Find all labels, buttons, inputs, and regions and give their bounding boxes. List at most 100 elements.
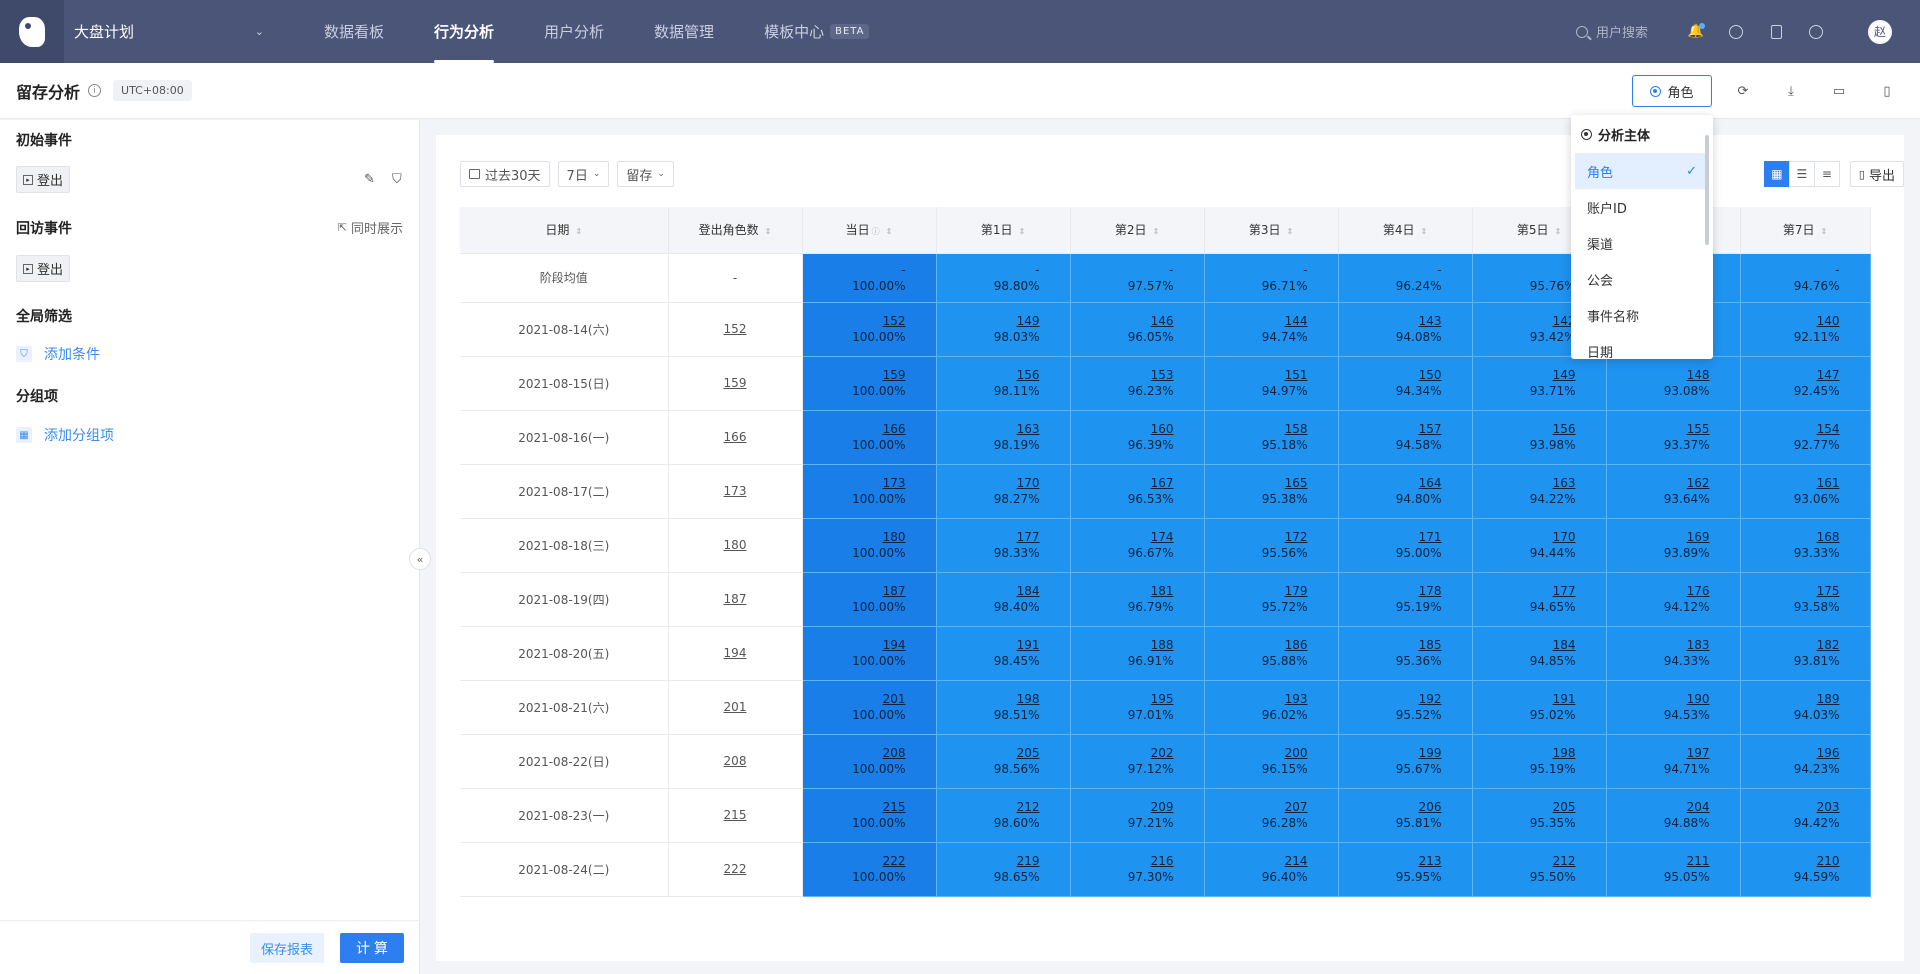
retention-count-link[interactable]: 202 (1151, 746, 1174, 760)
retention-count-link[interactable]: 156 (1017, 368, 1040, 382)
filter-icon[interactable]: ⛉ (392, 172, 402, 187)
retention-count-link[interactable]: 201 (883, 692, 906, 706)
retention-count-link[interactable]: 170 (1553, 530, 1576, 544)
nav-user-analysis[interactable]: 用户分析 (524, 0, 624, 63)
retention-count-link[interactable]: 151 (1285, 368, 1308, 382)
retention-count-link[interactable]: 155 (1687, 422, 1710, 436)
retention-count-link[interactable]: 209 (1151, 800, 1174, 814)
row-count-link[interactable]: 152 (724, 322, 747, 336)
retention-count-link[interactable]: 216 (1151, 854, 1174, 868)
dropdown-item-role[interactable]: 角色 ✓ (1575, 153, 1707, 189)
refresh-icon[interactable]: ⟳ (1735, 83, 1751, 99)
retention-count-link[interactable]: 191 (1017, 638, 1040, 652)
retention-count-link[interactable]: 184 (1553, 638, 1576, 652)
retention-count-link[interactable]: 219 (1017, 854, 1040, 868)
row-count-link[interactable]: 159 (724, 376, 747, 390)
analysis-subject-button[interactable]: 角色 (1632, 75, 1712, 107)
row-count-link[interactable]: 208 (724, 754, 747, 768)
row-count-link[interactable]: 180 (724, 538, 747, 552)
retention-count-link[interactable]: 158 (1285, 422, 1308, 436)
app-logo[interactable] (0, 0, 64, 63)
retention-count-link[interactable]: 157 (1419, 422, 1442, 436)
nav-template-center[interactable]: 模板中心 BETA (744, 0, 889, 63)
check-circle-icon[interactable] (1728, 24, 1744, 40)
retention-count-link[interactable]: 203 (1817, 800, 1840, 814)
retention-count-link[interactable]: 150 (1419, 368, 1442, 382)
retention-count-link[interactable]: 177 (1553, 584, 1576, 598)
help-icon[interactable] (1808, 24, 1824, 40)
retention-count-link[interactable]: 174 (1151, 530, 1174, 544)
retention-count-link[interactable]: 163 (1553, 476, 1576, 490)
show-together-toggle[interactable]: ⇱ 同时展示 (338, 218, 403, 237)
sort-icon[interactable]: ⇕ (1554, 227, 1561, 236)
dropdown-scrollbar[interactable] (1705, 135, 1709, 245)
row-count-link[interactable]: 215 (724, 808, 747, 822)
retention-count-link[interactable]: 159 (883, 368, 906, 382)
retention-count-link[interactable]: 172 (1285, 530, 1308, 544)
retention-count-link[interactable]: 180 (883, 530, 906, 544)
retention-count-link[interactable]: 154 (1817, 422, 1840, 436)
add-condition-button[interactable]: ⛉ 添加条件 (16, 344, 100, 364)
retention-count-link[interactable]: 148 (1687, 368, 1710, 382)
retention-count-link[interactable]: 199 (1419, 746, 1442, 760)
retention-count-link[interactable]: 164 (1419, 476, 1442, 490)
retention-count-link[interactable]: 140 (1817, 314, 1840, 328)
list-view-icon[interactable]: ≡ (1813, 161, 1840, 187)
dropdown-item-guild[interactable]: 公会 (1575, 261, 1707, 297)
retention-count-link[interactable]: 144 (1285, 314, 1308, 328)
retention-count-link[interactable]: 149 (1017, 314, 1040, 328)
retention-count-link[interactable]: 184 (1017, 584, 1040, 598)
edit-icon[interactable]: ✎ (364, 172, 375, 187)
retention-count-link[interactable]: 194 (883, 638, 906, 652)
retention-count-link[interactable]: 200 (1285, 746, 1308, 760)
row-count-link[interactable]: 201 (724, 700, 747, 714)
retention-count-link[interactable]: 181 (1151, 584, 1174, 598)
retention-count-link[interactable]: 222 (883, 854, 906, 868)
retention-count-link[interactable]: 215 (883, 800, 906, 814)
retention-count-link[interactable]: 173 (883, 476, 906, 490)
retention-count-link[interactable]: 175 (1817, 584, 1840, 598)
row-count-link[interactable]: 173 (724, 484, 747, 498)
sort-icon[interactable]: ⇕ (1152, 227, 1159, 236)
table-view-icon[interactable]: ▦ (1763, 161, 1790, 187)
retention-count-link[interactable]: 160 (1151, 422, 1174, 436)
retention-count-link[interactable]: 211 (1687, 854, 1710, 868)
row-count-link[interactable]: 194 (724, 646, 747, 660)
retention-count-link[interactable]: 156 (1553, 422, 1576, 436)
retention-count-link[interactable]: 187 (883, 584, 906, 598)
retention-count-link[interactable]: 152 (883, 314, 906, 328)
retention-count-link[interactable]: 147 (1817, 368, 1840, 382)
retention-count-link[interactable]: 183 (1687, 638, 1710, 652)
column-header[interactable]: 当日 ⓘ ⇕ (802, 207, 937, 254)
retention-count-link[interactable]: 176 (1687, 584, 1710, 598)
retention-count-link[interactable]: 205 (1553, 800, 1576, 814)
days-select[interactable]: 7日 ⌄ (557, 161, 610, 187)
download-icon[interactable]: ⤓ (1783, 83, 1799, 99)
retention-count-link[interactable]: 146 (1151, 314, 1174, 328)
user-search[interactable]: 用户搜索 (1575, 22, 1648, 41)
sort-icon[interactable]: ⇕ (886, 227, 893, 236)
retention-count-link[interactable]: 170 (1017, 476, 1040, 490)
sort-icon[interactable]: ⇕ (1820, 227, 1827, 236)
retention-count-link[interactable]: 198 (1017, 692, 1040, 706)
project-selector[interactable]: 大盘计划 ⌄ (64, 21, 274, 42)
dropdown-item-event-name[interactable]: 事件名称 (1575, 297, 1707, 333)
document-icon[interactable] (1768, 24, 1784, 40)
column-header[interactable]: 登出角色数 ⇕ (668, 207, 803, 254)
column-header[interactable]: 第2日 ⇕ (1070, 207, 1205, 254)
info-icon[interactable]: i (88, 84, 102, 97)
retention-count-link[interactable]: 182 (1817, 638, 1840, 652)
retention-count-link[interactable]: 162 (1687, 476, 1710, 490)
retention-count-link[interactable]: 177 (1017, 530, 1040, 544)
column-header[interactable]: 第4日 ⇕ (1338, 207, 1473, 254)
retention-count-link[interactable]: 204 (1687, 800, 1710, 814)
retention-count-link[interactable]: 195 (1151, 692, 1174, 706)
retention-count-link[interactable]: 214 (1285, 854, 1308, 868)
column-header[interactable]: 日期 ⇕ (460, 207, 669, 254)
calculate-button[interactable]: 计 算 (340, 933, 404, 963)
column-header[interactable]: 第1日 ⇕ (936, 207, 1071, 254)
nav-data-management[interactable]: 数据管理 (634, 0, 734, 63)
report-icon[interactable]: ▯ (1879, 83, 1895, 99)
retention-count-link[interactable]: 207 (1285, 800, 1308, 814)
retention-count-link[interactable]: 193 (1285, 692, 1308, 706)
